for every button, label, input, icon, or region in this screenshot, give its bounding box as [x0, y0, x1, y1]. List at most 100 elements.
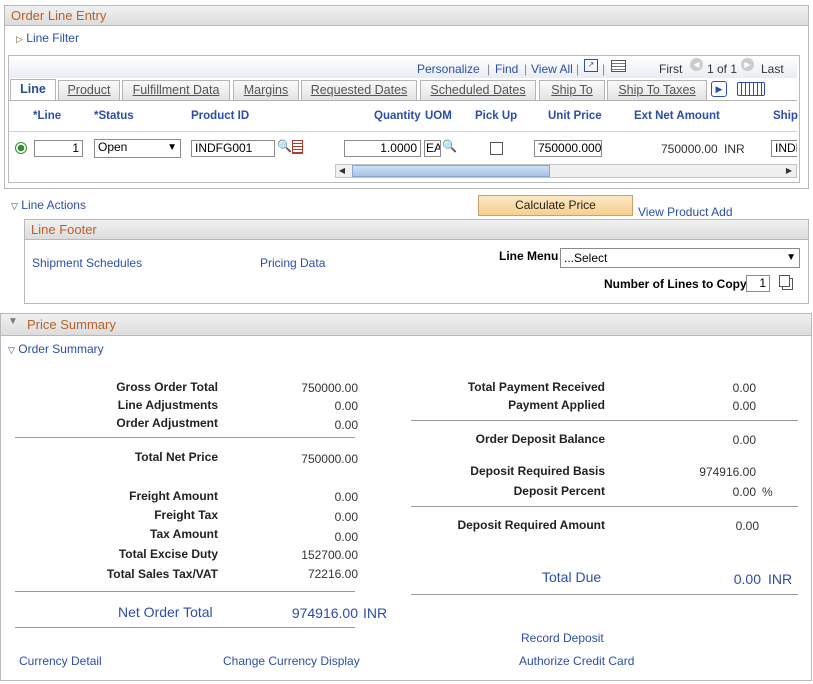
line-menu-value: ...Select	[564, 251, 608, 265]
scroll-right-icon[interactable]: ▶	[783, 165, 795, 177]
col-pick-up: Pick Up	[475, 110, 518, 122]
col-status: *Status	[94, 110, 134, 122]
net-order-total-label: Net Order Total	[118, 604, 213, 620]
net-order-total-value: 974916.00	[291, 605, 358, 621]
payment-applied-label: Payment Applied	[508, 398, 605, 412]
col-uom: UOM	[425, 110, 452, 122]
tab-ship-to-taxes[interactable]: Ship To Taxes	[607, 80, 707, 100]
scroll-left-icon[interactable]: ◀	[336, 165, 348, 177]
tab-product[interactable]: Product	[58, 80, 120, 100]
payment-applied-value: 0.00	[732, 399, 756, 413]
freight-tax-value: 0.00	[334, 510, 358, 524]
order-summary-toggle[interactable]: ▽ Order Summary	[8, 342, 104, 356]
toolbar-sep: |	[524, 62, 528, 76]
price-summary-header	[0, 313, 812, 336]
order-adjustment-value: 0.00	[334, 418, 358, 432]
col-line: *Line	[33, 110, 62, 122]
uom-input[interactable]: EA	[424, 140, 441, 157]
line-footer-header	[24, 219, 809, 240]
chevron-down-icon: ▼	[167, 142, 177, 153]
line-menu-select[interactable]: ...Select ▼	[560, 248, 800, 268]
record-deposit-link[interactable]: Record Deposit	[521, 631, 604, 645]
col-ext-net-amount: Ext Net Amount	[634, 110, 720, 122]
order-line-entry-header	[4, 5, 809, 26]
new-window-icon[interactable]: ↗	[584, 59, 598, 72]
first-label: First	[659, 62, 683, 76]
status-value: Open	[98, 140, 128, 154]
lines-to-copy-input[interactable]: 1	[746, 275, 770, 292]
line-actions-label[interactable]: Line Actions	[21, 198, 86, 212]
total-excise-duty-value: 152700.00	[301, 548, 358, 562]
ship-input[interactable]: INDF	[771, 140, 797, 157]
tab-fulfillment-data[interactable]: Fulfillment Data	[122, 80, 230, 100]
previous-icon[interactable]: ◀	[690, 58, 703, 71]
product-id-input[interactable]: INDFG001	[191, 140, 275, 157]
authorize-credit-card-link[interactable]: Authorize Credit Card	[519, 654, 634, 668]
line-actions-toggle[interactable]: ▽ Line Actions	[11, 198, 86, 212]
uom-lookup-search-icon[interactable]: 🔍	[442, 139, 457, 153]
deposit-required-amount-value: 0.00	[735, 519, 759, 533]
ext-net-amount-value: 750000.00	[661, 142, 718, 156]
status-select[interactable]: Open ▼	[94, 139, 181, 158]
price-summary-collapse-icon[interactable]: ▼	[8, 316, 18, 327]
scrollbar-thumb[interactable]	[352, 165, 550, 177]
order-line-entry-title: Order Line Entry	[11, 8, 107, 23]
shipment-schedules-link[interactable]: Shipment Schedules	[32, 256, 142, 270]
download-grid-icon[interactable]	[611, 60, 626, 72]
product-lookup-search-icon[interactable]: 🔍	[277, 139, 292, 153]
tax-amount-value: 0.00	[334, 530, 358, 544]
toolbar-sep: |	[602, 62, 606, 76]
total-payment-received-value: 0.00	[732, 381, 756, 395]
tab-ship-to[interactable]: Ship To	[539, 80, 605, 100]
show-all-columns-icon[interactable]	[737, 82, 765, 96]
page-info: 1 of 1	[707, 62, 738, 76]
pick-up-checkbox[interactable]	[490, 142, 503, 155]
next-icon[interactable]: ▶	[741, 58, 754, 71]
divider	[15, 627, 355, 628]
col-ship: Ship	[773, 110, 798, 122]
line-footer-title: Line Footer	[31, 222, 97, 237]
tab-scheduled-dates[interactable]: Scheduled Dates	[420, 80, 536, 100]
freight-tax-label: Freight Tax	[154, 508, 218, 522]
tab-line[interactable]: Line	[10, 79, 56, 101]
freight-amount-value: 0.00	[334, 490, 358, 504]
divider	[15, 437, 355, 438]
line-filter-toggle[interactable]: ▷ Line Filter	[16, 31, 79, 45]
pricing-data-link[interactable]: Pricing Data	[260, 256, 325, 270]
order-summary-label[interactable]: Order Summary	[18, 342, 103, 356]
triangle-right-icon: ▷	[16, 34, 23, 44]
quantity-input[interactable]: 1.0000	[344, 140, 421, 157]
line-adjustments-label: Line Adjustments	[117, 398, 218, 412]
total-due-value: 0.00	[733, 571, 761, 587]
gross-order-total-value: 750000.00	[301, 381, 358, 395]
row-select-radio[interactable]	[15, 142, 27, 154]
change-currency-display-link[interactable]: Change Currency Display	[223, 654, 360, 668]
tax-amount-label: Tax Amount	[150, 527, 218, 541]
triangle-down-icon: ▽	[8, 345, 15, 355]
view-product-add-link[interactable]: View Product Add	[638, 205, 733, 219]
currency-detail-link[interactable]: Currency Detail	[19, 654, 102, 668]
line-adjustments-value: 0.00	[334, 399, 358, 413]
tab-requested-dates[interactable]: Requested Dates	[301, 80, 417, 100]
personalize-link[interactable]: Personalize	[417, 62, 480, 76]
find-link[interactable]: Find	[495, 62, 518, 76]
freight-amount-label: Freight Amount	[129, 489, 218, 503]
col-unit-price: Unit Price	[548, 110, 602, 122]
order-deposit-balance-label: Order Deposit Balance	[475, 432, 605, 446]
unit-price-input[interactable]: 750000.000	[534, 140, 602, 157]
calculate-price-button[interactable]: Calculate Price	[478, 195, 633, 216]
deposit-percent-label: Deposit Percent	[513, 484, 605, 498]
total-net-price-value: 750000.00	[301, 452, 358, 466]
divider	[411, 420, 798, 421]
tab-margins[interactable]: Margins	[233, 80, 299, 100]
copy-lines-icon[interactable]	[779, 275, 790, 287]
deposit-required-amount-label: Deposit Required Amount	[457, 518, 605, 532]
line-number-input[interactable]: 1	[34, 140, 83, 157]
view-all-link[interactable]: View All	[531, 62, 573, 76]
deposit-percent-unit: %	[762, 485, 773, 499]
product-detail-icon[interactable]	[292, 140, 303, 154]
total-excise-duty-label: Total Excise Duty	[118, 547, 218, 561]
tab-scroll-right-icon[interactable]: ▶	[711, 81, 727, 97]
line-filter-label[interactable]: Line Filter	[26, 31, 79, 45]
total-sales-tax-value: 72216.00	[307, 567, 358, 581]
